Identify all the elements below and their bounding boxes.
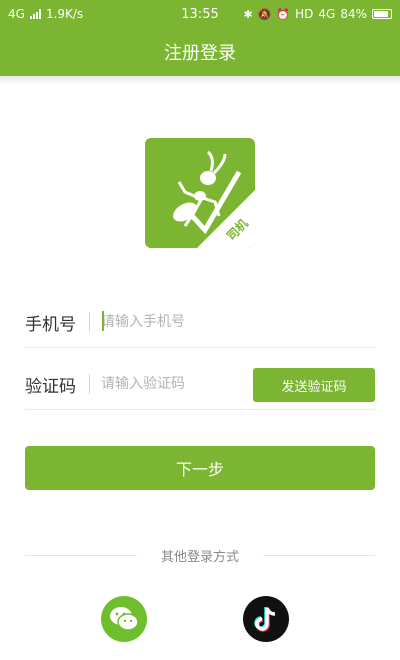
text-caret — [102, 311, 104, 331]
wechat-login-button[interactable] — [101, 596, 147, 642]
title-shadow — [0, 76, 400, 84]
send-code-button[interactable]: 发送验证码 — [253, 368, 375, 402]
alarm-icon: ⏰ — [276, 7, 291, 21]
network-type-left: 4G — [8, 7, 25, 21]
status-right: ✱ 🔕 ⏰ HD 4G 84% — [243, 7, 392, 21]
divider-right — [263, 555, 375, 556]
signal-icon — [29, 9, 41, 19]
page-title: 注册登录 — [164, 43, 236, 64]
app-logo: 司机 — [145, 138, 255, 248]
mute-icon: 🔕 — [257, 7, 272, 21]
network-speed: 1.9K/s — [45, 7, 84, 21]
field-divider — [89, 312, 90, 332]
network-type-right: 4G — [318, 7, 336, 21]
phone-label: 手机号 — [25, 315, 76, 335]
bluetooth-icon: ✱ — [243, 7, 253, 21]
tiktok-icon — [254, 607, 276, 632]
title-bar: 注册登录 — [0, 28, 400, 76]
code-row: 验证码 发送验证码 — [25, 360, 375, 410]
phone-row: 手机号 — [25, 298, 375, 348]
code-label: 验证码 — [25, 377, 76, 397]
battery-icon — [372, 9, 392, 19]
wechat-icon — [110, 607, 139, 631]
status-left: 4G 1.9K/s — [8, 7, 83, 21]
tiktok-login-button[interactable] — [243, 596, 289, 642]
next-button[interactable]: 下一步 — [25, 446, 375, 490]
hd-label: HD — [295, 7, 314, 21]
field-divider — [89, 374, 90, 394]
phone-input[interactable] — [101, 310, 371, 334]
status-bar: 4G 1.9K/s 13:55 ✱ 🔕 ⏰ HD 4G 84% — [0, 0, 400, 28]
battery-percent: 84% — [340, 7, 367, 21]
code-input[interactable] — [101, 372, 241, 396]
